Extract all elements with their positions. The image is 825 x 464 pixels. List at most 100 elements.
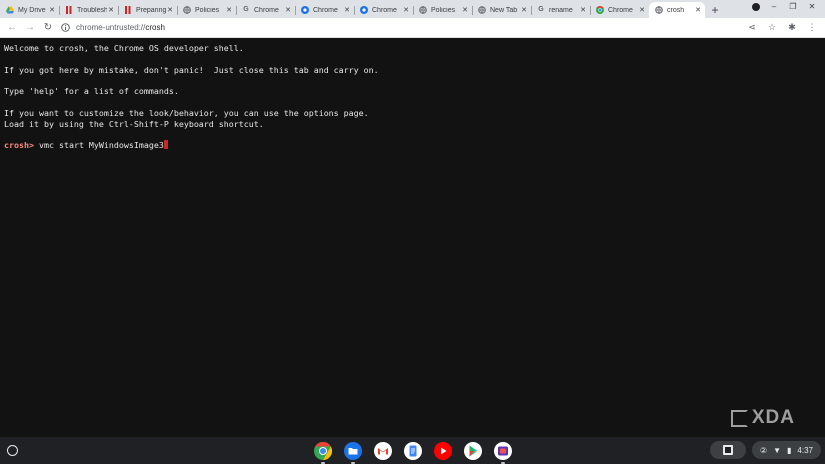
url-scheme: chrome-untrusted://: [76, 23, 146, 32]
chrome-icon[interactable]: [313, 441, 333, 464]
tab-label: New Tab: [490, 6, 518, 14]
minimize-icon[interactable]: –: [769, 2, 779, 11]
prompt-line[interactable]: crosh> vmc start MyWindowsImage3: [4, 140, 821, 151]
status-tray: ② ▼ ▮ 4:37: [709, 441, 821, 459]
xda-watermark: XDA: [730, 407, 795, 429]
record-icon[interactable]: [752, 2, 760, 11]
tab-label: Preparing: [136, 6, 166, 14]
reload-icon[interactable]: ↻: [39, 22, 57, 33]
tab-label: crosh: [667, 6, 685, 14]
tab-5[interactable]: Chrome ✕: [295, 2, 354, 18]
window-controls: – ❐ ✕: [752, 2, 817, 11]
terminal-output: Welcome to crosh, the Chrome OS develope…: [4, 43, 821, 140]
globe-icon: [478, 6, 486, 14]
close-icon[interactable]: ✕: [638, 6, 646, 14]
youtube-icon[interactable]: [433, 441, 453, 461]
terminal-line: If you got here by mistake, don't panic!…: [4, 64, 379, 75]
url-path: crosh: [145, 23, 165, 32]
shell-prompt: crosh>: [4, 140, 34, 151]
bookmark-icon: [124, 6, 132, 14]
google-g-icon: G: [538, 6, 544, 13]
terminal-line: Load it by using the Ctrl-Shift-P keyboa…: [4, 118, 264, 129]
toolbar-actions: ⋖ ☆ ✱ ⋮: [747, 22, 817, 33]
globe-icon: [655, 6, 663, 14]
close-icon[interactable]: ✕: [166, 6, 174, 14]
watermark-text: XDA: [751, 407, 795, 428]
forward-icon[interactable]: →: [21, 22, 39, 33]
bookmark-icon: [65, 6, 73, 14]
gmail-icon[interactable]: [373, 441, 393, 461]
tab-2[interactable]: Preparing ✕: [118, 2, 177, 18]
restore-icon[interactable]: ❐: [788, 2, 798, 11]
text-cursor: [163, 140, 168, 150]
crosh-terminal[interactable]: Welcome to crosh, the Chrome OS develope…: [0, 38, 825, 436]
tab-label: Chrome: [608, 6, 633, 14]
tab-label: My Drive: [18, 6, 46, 14]
holding-space-button[interactable]: [709, 441, 746, 459]
new-tab-button[interactable]: +: [707, 2, 723, 18]
close-icon[interactable]: ✕: [520, 6, 528, 14]
tab-strip: My Drive ✕ Troubleshoot ✕ Preparing ✕ Po…: [0, 0, 825, 18]
tab-6[interactable]: Chrome ✕: [354, 2, 413, 18]
tab-label: Policies: [431, 6, 456, 14]
tab-7[interactable]: Policies ✕: [413, 2, 472, 18]
close-icon[interactable]: ✕: [225, 6, 233, 14]
tab-0[interactable]: My Drive ✕: [0, 2, 59, 18]
xda-logo-icon: [730, 409, 748, 427]
tab-11-active[interactable]: crosh ✕: [649, 2, 705, 18]
close-icon[interactable]: ✕: [343, 6, 351, 14]
close-icon[interactable]: ✕: [694, 6, 702, 14]
close-icon[interactable]: ✕: [579, 6, 587, 14]
clock: 4:37: [797, 445, 813, 455]
tab-4[interactable]: G Chrome ✕: [236, 2, 295, 18]
docs-icon[interactable]: [403, 441, 423, 461]
chrome-enterprise-icon: [301, 6, 309, 14]
tab-label: rename: [549, 6, 573, 14]
quick-settings-button[interactable]: ② ▼ ▮ 4:37: [751, 441, 821, 459]
tab-1[interactable]: Troubleshoot ✕: [59, 2, 118, 18]
chromeos-shelf: ② ▼ ▮ 4:37: [0, 437, 825, 464]
chrome-enterprise-icon: [360, 6, 368, 14]
menu-icon[interactable]: ⋮: [807, 22, 817, 33]
close-icon[interactable]: ✕: [107, 6, 115, 14]
tab-label: Chrome: [372, 6, 397, 14]
globe-icon: [183, 6, 191, 14]
tab-10[interactable]: Chrome ✕: [590, 2, 649, 18]
wifi-icon: ▼: [773, 445, 782, 455]
close-icon[interactable]: ✕: [461, 6, 469, 14]
tab-label: Chrome: [254, 6, 279, 14]
bookmark-star-icon[interactable]: ☆: [767, 22, 777, 33]
tab-label: Policies: [195, 6, 220, 14]
close-icon[interactable]: ✕: [48, 6, 56, 14]
tab-8[interactable]: New Tab ✕: [472, 2, 531, 18]
close-icon[interactable]: ✕: [284, 6, 292, 14]
site-info-icon[interactable]: [61, 23, 70, 32]
share-icon[interactable]: ⋖: [747, 22, 757, 33]
files-icon[interactable]: [343, 441, 363, 464]
close-icon[interactable]: ✕: [402, 6, 410, 14]
globe-icon: [419, 6, 427, 14]
extensions-icon[interactable]: ✱: [787, 22, 797, 33]
google-drive-icon: [6, 6, 14, 14]
screencast-icon[interactable]: [493, 441, 513, 464]
tab-3[interactable]: Policies ✕: [177, 2, 236, 18]
launcher-icon[interactable]: [7, 445, 18, 456]
tab-9[interactable]: G rename ✕: [531, 2, 590, 18]
address-bar[interactable]: chrome-untrusted://crosh: [61, 21, 747, 35]
close-window-icon[interactable]: ✕: [807, 2, 817, 11]
tab-label: Chrome: [313, 6, 338, 14]
command-input[interactable]: vmc start MyWindowsImage3: [34, 140, 164, 150]
shelf-apps: [313, 441, 513, 464]
tab-label: Troubleshoot: [77, 6, 107, 14]
terminal-line: Welcome to crosh, the Chrome OS develope…: [4, 43, 244, 53]
back-icon[interactable]: ←: [3, 22, 21, 33]
chrome-icon: [596, 6, 604, 14]
battery-icon: ▮: [787, 445, 792, 455]
notification-icon: ②: [759, 445, 768, 455]
play-store-icon[interactable]: [463, 441, 483, 461]
google-g-icon: G: [243, 6, 249, 13]
